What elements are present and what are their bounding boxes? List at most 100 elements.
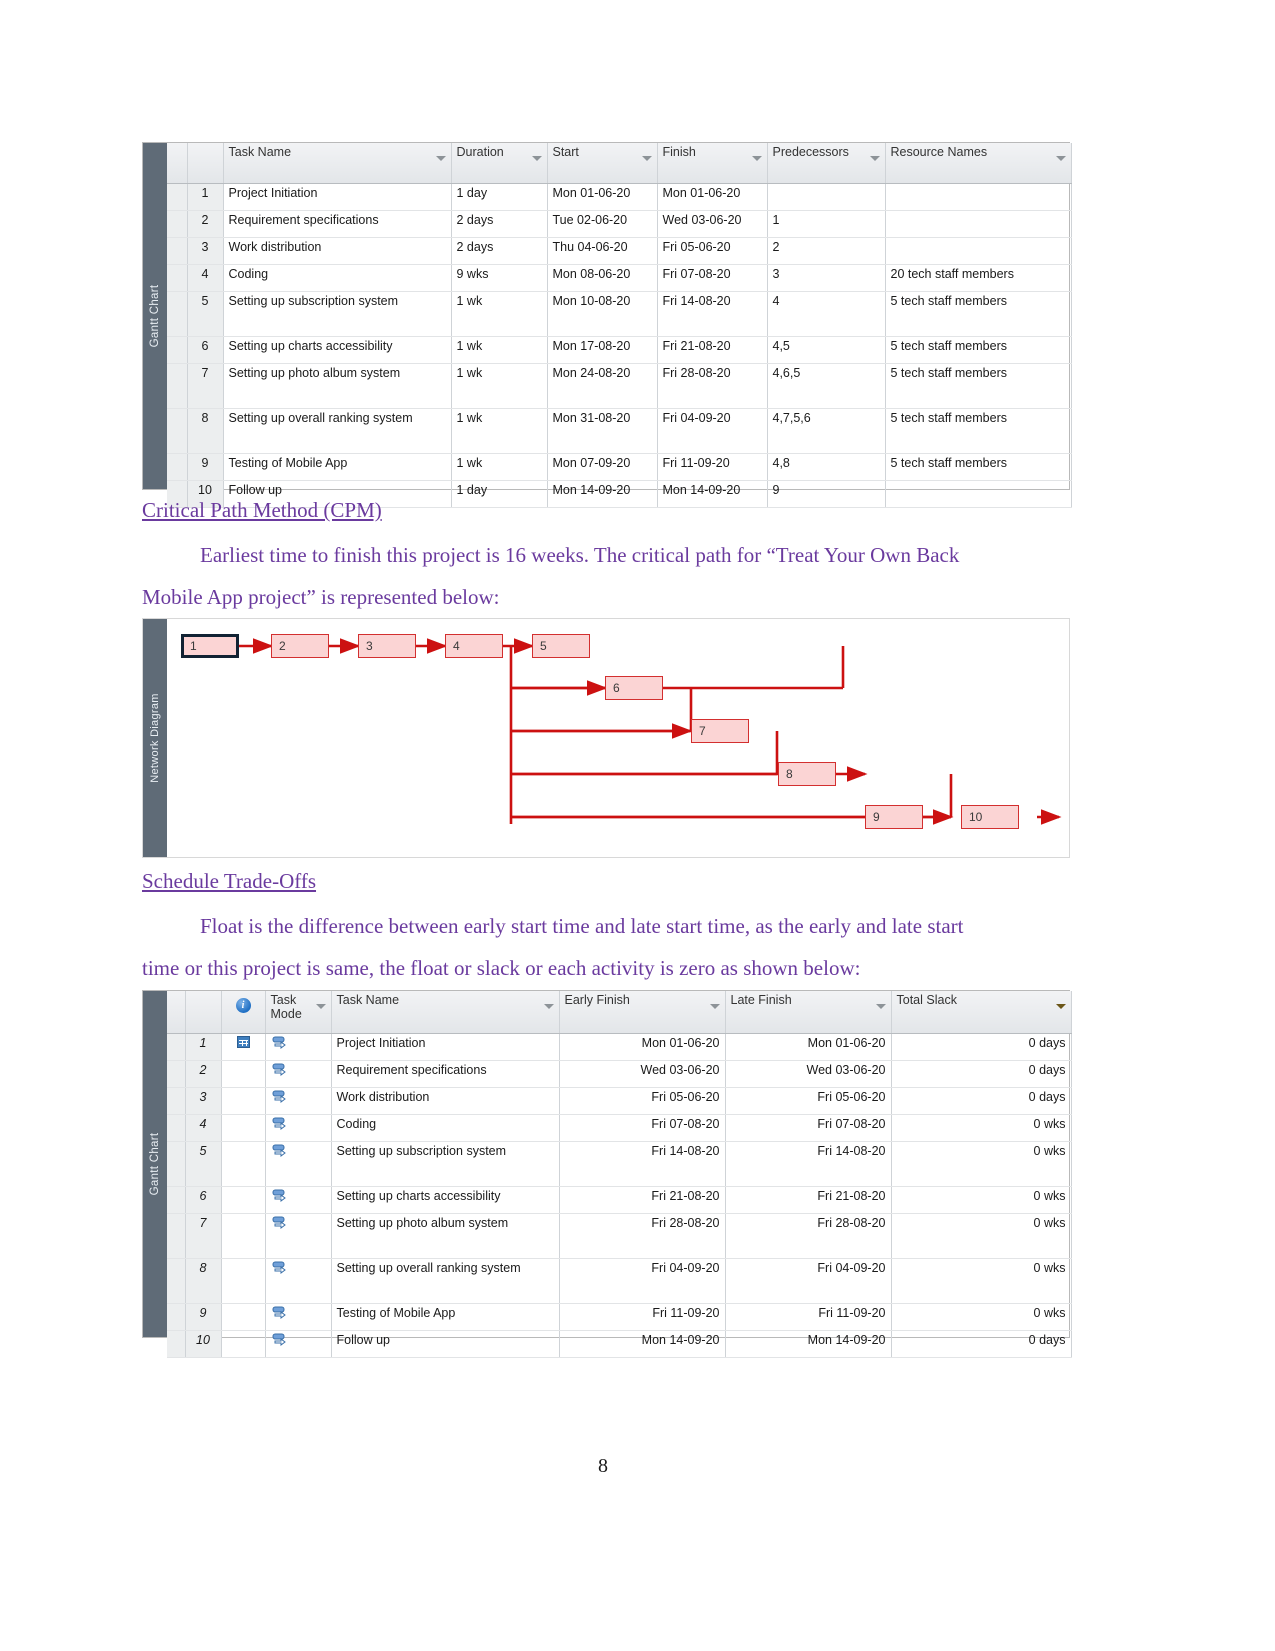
cell-task-name[interactable]: Project Initiation <box>223 183 452 211</box>
cell-task-mode[interactable] <box>265 1114 332 1142</box>
table-row[interactable]: 5 Setting up subscription system 1 wk Mon 1… <box>167 291 1072 337</box>
select-all-corner[interactable] <box>167 143 188 184</box>
table-row[interactable]: 7 Setting up photo album system 1 wk Mon 24… <box>167 363 1072 409</box>
cell-early-finish[interactable]: Mon 01-06-20 <box>559 1033 726 1061</box>
chevron-down-icon[interactable] <box>875 1004 886 1009</box>
chevron-down-icon[interactable] <box>435 156 446 161</box>
cell-early-finish[interactable]: Fri 11-09-20 <box>559 1303 726 1331</box>
cell-predecessors[interactable]: 4,7,5,6 <box>767 408 886 454</box>
cell-late-finish[interactable]: Fri 07-08-20 <box>725 1114 892 1142</box>
cell-duration[interactable]: 1 wk <box>451 336 548 364</box>
cell-late-finish[interactable]: Fri 04-09-20 <box>725 1258 892 1304</box>
cell-indicator[interactable] <box>221 1330 266 1358</box>
network-node-10[interactable]: 10 <box>961 805 1019 829</box>
cell-task-name[interactable]: Testing of Mobile App <box>331 1303 560 1331</box>
network-node-9[interactable]: 9 <box>865 805 923 829</box>
row-selector[interactable] <box>167 1186 186 1214</box>
cell-task-name[interactable]: Requirement specifications <box>331 1060 560 1088</box>
row-selector[interactable] <box>167 1087 186 1115</box>
network-node-1[interactable]: 1 <box>181 634 239 658</box>
row-selector[interactable] <box>167 1141 186 1187</box>
col-header-duration[interactable]: Duration <box>451 143 548 184</box>
cell-task-mode[interactable] <box>265 1303 332 1331</box>
col-header-early-finish[interactable]: Early Finish <box>559 991 726 1034</box>
cell-task-mode[interactable] <box>265 1213 332 1259</box>
cell-late-finish[interactable]: Fri 28-08-20 <box>725 1213 892 1259</box>
cell-task-mode[interactable] <box>265 1186 332 1214</box>
cell-indicator[interactable] <box>221 1213 266 1259</box>
cell-resource-names[interactable] <box>885 480 1072 508</box>
row-selector[interactable] <box>167 1033 186 1061</box>
cell-duration[interactable]: 2 days <box>451 210 548 238</box>
row-selector[interactable] <box>167 237 188 265</box>
cell-task-name[interactable]: Setting up overall ranking system <box>331 1258 560 1304</box>
cell-resource-names[interactable] <box>885 210 1072 238</box>
cell-predecessors[interactable]: 4 <box>767 291 886 337</box>
col-header-finish[interactable]: Finish <box>657 143 768 184</box>
cell-indicator[interactable] <box>221 1087 266 1115</box>
chevron-down-icon[interactable] <box>751 156 762 161</box>
cell-total-slack[interactable]: 0 wks <box>891 1186 1072 1214</box>
cell-total-slack[interactable]: 0 days <box>891 1033 1072 1061</box>
cell-start[interactable]: Mon 14-09-20 <box>547 480 658 508</box>
cell-start[interactable]: Mon 24-08-20 <box>547 363 658 409</box>
table-row[interactable]: 4 Coding 9 wks Mon 08-06-20 Fri 07-08-20 3 20 … <box>167 264 1072 292</box>
cell-indicator[interactable] <box>221 1186 266 1214</box>
table-row[interactable]: 9 Testing of Mobile App 1 wk Mon 07-09-20 Fr… <box>167 453 1072 481</box>
table-row[interactable]: 2 Requirement specifications 2 days Tue 02-… <box>167 210 1072 238</box>
cell-total-slack[interactable]: 0 wks <box>891 1114 1072 1142</box>
cell-late-finish[interactable]: Mon 14-09-20 <box>725 1330 892 1358</box>
cell-task-name[interactable]: Setting up photo album system <box>223 363 452 409</box>
cell-task-name[interactable]: Setting up photo album system <box>331 1213 560 1259</box>
cell-resource-names[interactable]: 5 tech staff members <box>885 363 1072 409</box>
table-row[interactable]: 2 Requirement specifications Wed 03-06-20 W… <box>167 1060 1072 1088</box>
cell-late-finish[interactable]: Fri 14-08-20 <box>725 1141 892 1187</box>
cell-task-name[interactable]: Coding <box>223 264 452 292</box>
gantt-chart-view-strip[interactable]: Gantt Chart <box>143 143 167 489</box>
cell-resource-names[interactable] <box>885 183 1072 211</box>
cell-predecessors[interactable] <box>767 183 886 211</box>
table-row[interactable]: 1 Project Initiation Mon 01-06-20 Mon 01-06… <box>167 1033 1072 1061</box>
cell-late-finish[interactable]: Fri 05-06-20 <box>725 1087 892 1115</box>
chevron-down-icon[interactable] <box>641 156 652 161</box>
network-node-3[interactable]: 3 <box>358 634 416 658</box>
cell-task-name[interactable]: Setting up subscription system <box>223 291 452 337</box>
cell-late-finish[interactable]: Wed 03-06-20 <box>725 1060 892 1088</box>
chevron-down-icon[interactable] <box>1055 1004 1066 1009</box>
table-row[interactable]: 10 Follow up Mon 14-09-20 Mon 14-09-20 0 day… <box>167 1330 1072 1358</box>
cell-start[interactable]: Tue 02-06-20 <box>547 210 658 238</box>
table-row[interactable]: 6 Setting up charts accessibility Fri 21-0… <box>167 1186 1072 1214</box>
cell-start[interactable]: Mon 08-06-20 <box>547 264 658 292</box>
col-header-task-mode[interactable]: Task Mode <box>265 991 332 1034</box>
network-node-7[interactable]: 7 <box>691 719 749 743</box>
cell-indicator[interactable] <box>221 1303 266 1331</box>
cell-start[interactable]: Thu 04-06-20 <box>547 237 658 265</box>
gantt-chart-view-strip-2[interactable]: Gantt Chart <box>143 991 167 1337</box>
cell-duration[interactable]: 1 wk <box>451 408 548 454</box>
cell-task-mode[interactable] <box>265 1141 332 1187</box>
row-selector[interactable] <box>167 183 188 211</box>
chevron-down-icon[interactable] <box>709 1004 720 1009</box>
col-header-start[interactable]: Start <box>547 143 658 184</box>
chevron-down-icon[interactable] <box>315 1004 326 1009</box>
cell-duration[interactable]: 1 day <box>451 183 548 211</box>
cell-duration[interactable]: 1 wk <box>451 291 548 337</box>
table-row[interactable]: 1 Project Initiation 1 day Mon 01-06-20 Mon … <box>167 183 1072 211</box>
cell-finish[interactable]: Mon 01-06-20 <box>657 183 768 211</box>
cell-total-slack[interactable]: 0 days <box>891 1087 1072 1115</box>
cell-finish[interactable]: Wed 03-06-20 <box>657 210 768 238</box>
cell-predecessors[interactable]: 4,8 <box>767 453 886 481</box>
table-row[interactable]: 8 Setting up overall ranking system 1 wk Mo… <box>167 408 1072 454</box>
cell-task-name[interactable]: Setting up charts accessibility <box>223 336 452 364</box>
cell-task-name[interactable]: Work distribution <box>331 1087 560 1115</box>
network-node-8[interactable]: 8 <box>778 762 836 786</box>
cell-task-mode[interactable] <box>265 1087 332 1115</box>
cell-start[interactable]: Mon 31-08-20 <box>547 408 658 454</box>
table-row[interactable]: 4 Coding Fri 07-08-20 Fri 07-08-20 0 wks <box>167 1114 1072 1142</box>
table-row[interactable]: 9 Testing of Mobile App Fri 11-09-20 Fri 11… <box>167 1303 1072 1331</box>
cell-late-finish[interactable]: Fri 21-08-20 <box>725 1186 892 1214</box>
cell-late-finish[interactable]: Fri 11-09-20 <box>725 1303 892 1331</box>
row-selector[interactable] <box>167 1258 186 1304</box>
row-selector[interactable] <box>167 1060 186 1088</box>
table-row[interactable]: 3 Work distribution 2 days Thu 04-06-20 Fri … <box>167 237 1072 265</box>
